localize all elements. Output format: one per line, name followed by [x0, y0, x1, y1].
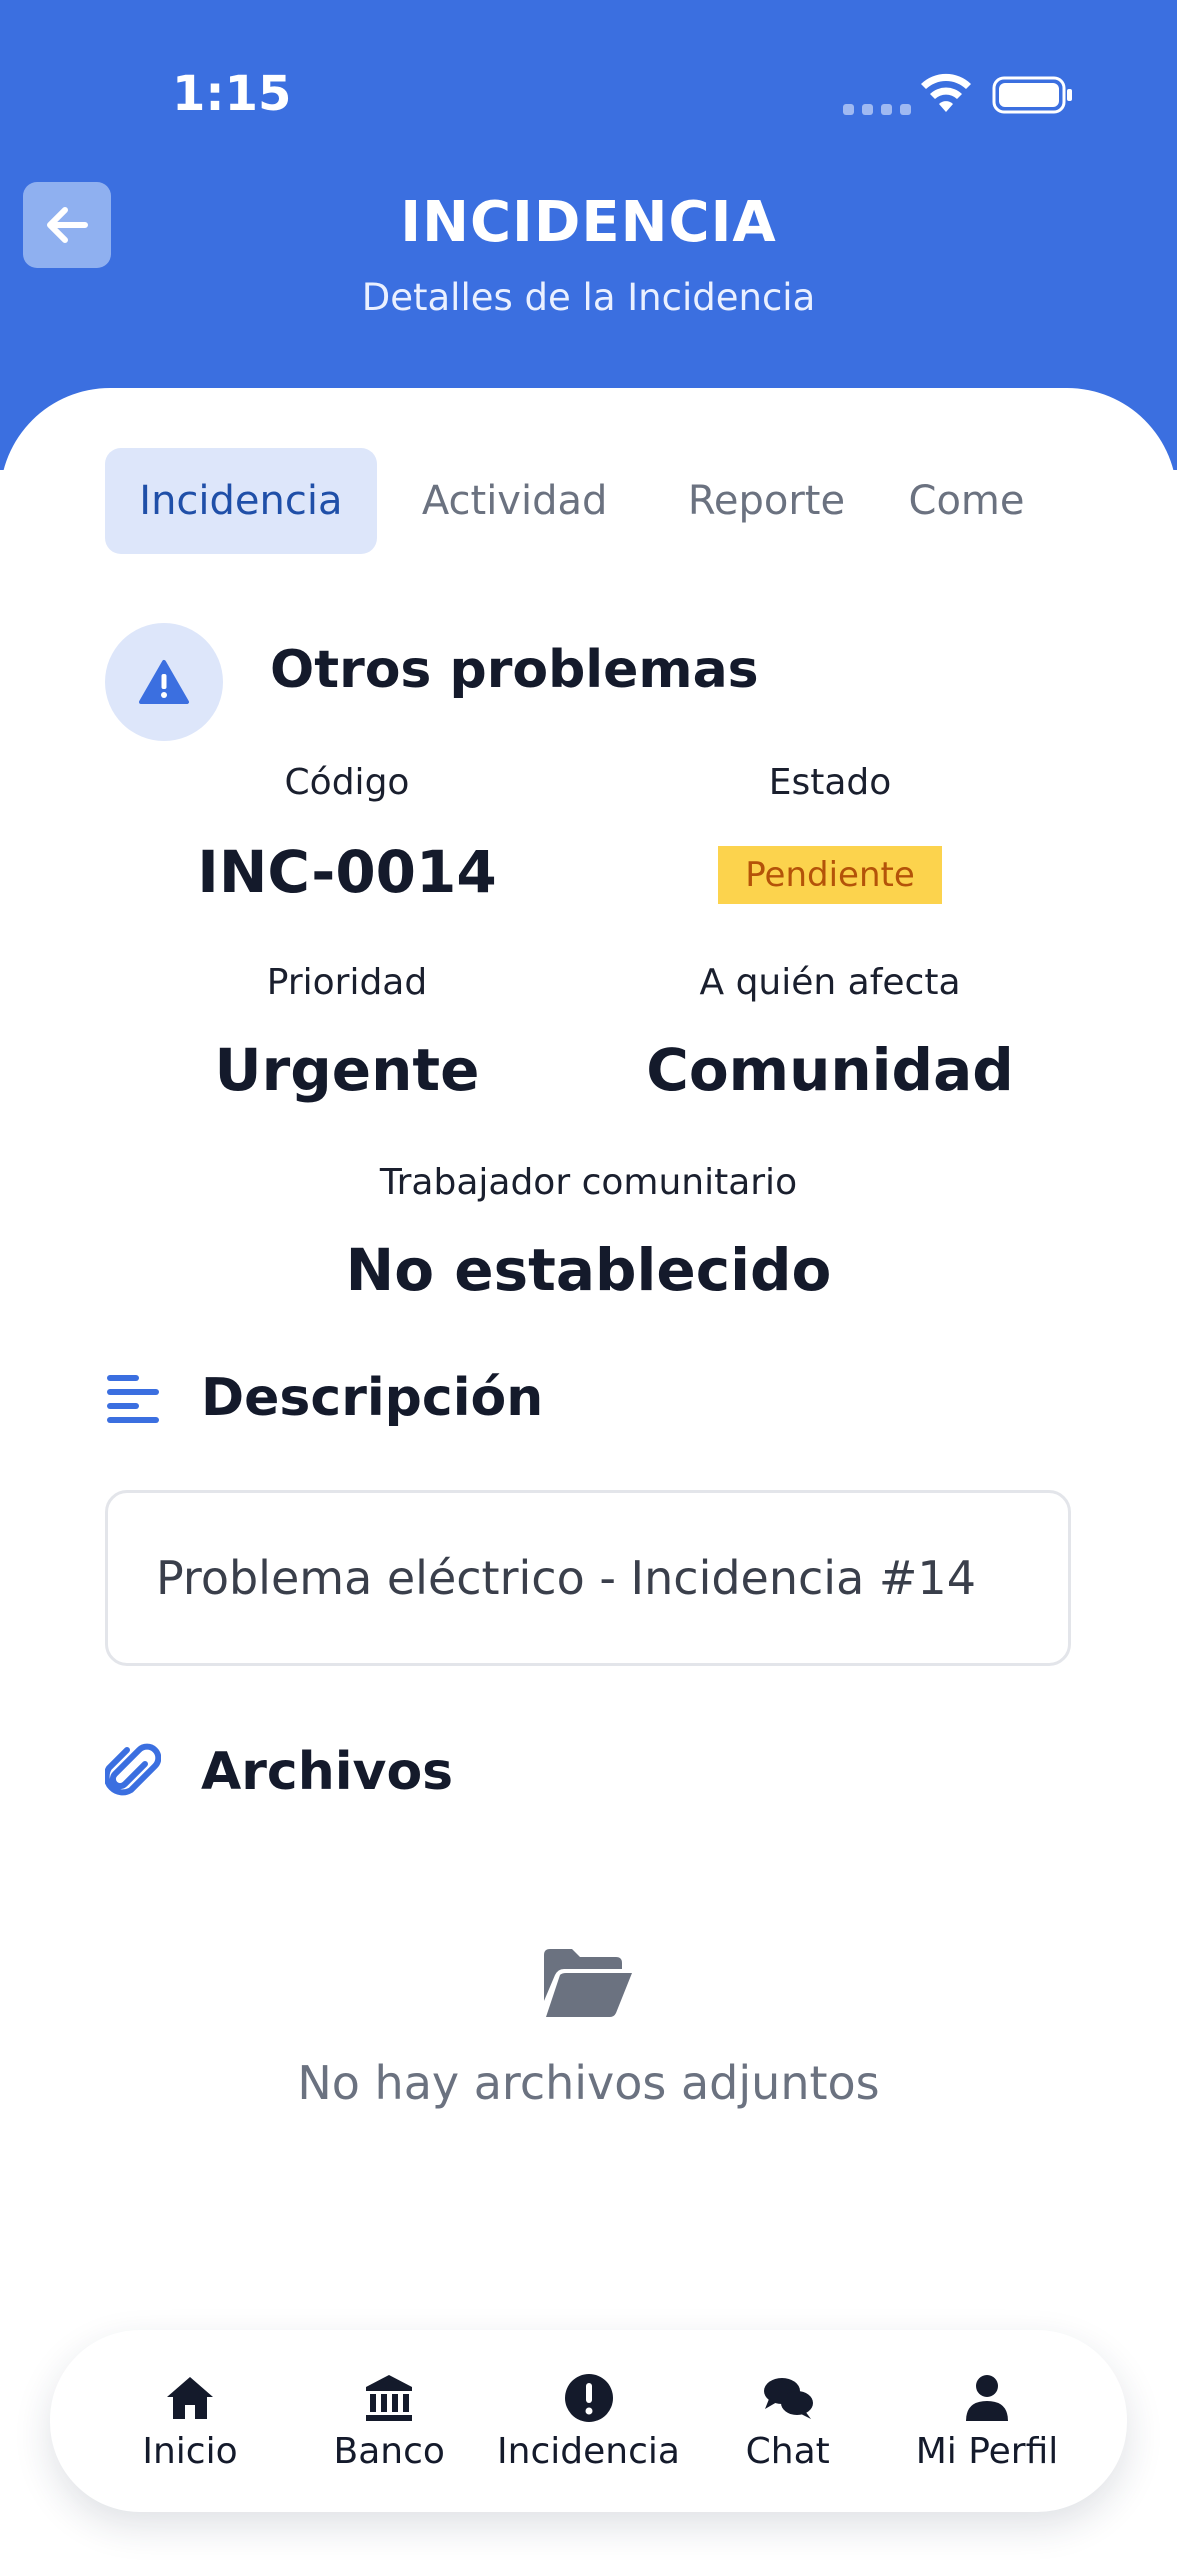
nav-inicio[interactable]: Inicio	[100, 2330, 280, 2512]
code-value: INC-0014	[197, 838, 497, 906]
nav-incidencia[interactable]: Incidencia	[497, 2330, 680, 2512]
home-icon	[167, 2376, 213, 2419]
tab-actividad[interactable]: Actividad	[377, 448, 653, 554]
description-title: Descripción	[201, 1368, 544, 1428]
status-time: 1:15	[172, 66, 292, 122]
nav-label-inicio: Inicio	[142, 2430, 238, 2472]
cellular-icon	[843, 104, 911, 115]
tab-reporte[interactable]: Reporte	[652, 448, 880, 554]
empty-files-text: No hay archivos adjuntos	[297, 2056, 880, 2110]
tab-bar: Incidencia Actividad Reporte Come	[105, 448, 1072, 554]
nav-label-incidencia: Incidencia	[497, 2430, 680, 2472]
priority-value: Urgente	[214, 1036, 480, 1104]
paperclip-icon	[105, 1743, 161, 1796]
affects-value: Comunidad	[646, 1036, 1014, 1104]
user-icon	[966, 2374, 1008, 2421]
files-title: Archivos	[201, 1742, 454, 1802]
category-title: Otros problemas	[270, 640, 759, 700]
nav-label-banco: Banco	[333, 2430, 445, 2472]
priority-label: Prioridad	[266, 962, 428, 1003]
battery-icon	[992, 76, 1072, 114]
code-label: Código	[284, 762, 410, 803]
page-subtitle: Detalles de la Incidencia	[361, 276, 816, 319]
files-header: Archivos	[105, 1742, 453, 1802]
bottom-nav: Inicio Banco Incidencia Chat Mi Perfil	[50, 2330, 1127, 2512]
description-box: Problema eléctrico - Incidencia #14	[105, 1490, 1071, 1666]
nav-label-chat: Chat	[745, 2430, 830, 2472]
tab-incidencia[interactable]: Incidencia	[105, 448, 377, 554]
status-badge: Pendiente	[718, 846, 942, 904]
lines-icon	[107, 1375, 159, 1423]
category-badge	[105, 623, 223, 741]
bank-icon	[366, 2374, 413, 2421]
wifi-icon	[921, 73, 971, 112]
screen: 1:15 INCIDENCIA Detalles de la Incidenci…	[0, 0, 1177, 2560]
nav-banco[interactable]: Banco	[299, 2330, 479, 2512]
warning-icon	[139, 660, 189, 704]
alert-circle-icon	[564, 2373, 613, 2422]
nav-mi-perfil[interactable]: Mi Perfil	[897, 2330, 1077, 2512]
chat-icon	[763, 2377, 813, 2419]
description-header: Descripción	[105, 1368, 543, 1428]
status-label: Estado	[768, 762, 892, 803]
tab-comentarios[interactable]: Come	[881, 448, 1072, 554]
nav-label-mi-perfil: Mi Perfil	[915, 2430, 1059, 2472]
worker-value: No establecido	[345, 1236, 832, 1304]
nav-chat[interactable]: Chat	[698, 2330, 878, 2512]
affects-label: A quién afecta	[699, 962, 961, 1003]
page-title: INCIDENCIA	[400, 190, 777, 255]
worker-label: Trabajador comunitario	[379, 1162, 798, 1203]
folder-open-icon	[544, 1949, 632, 2017]
